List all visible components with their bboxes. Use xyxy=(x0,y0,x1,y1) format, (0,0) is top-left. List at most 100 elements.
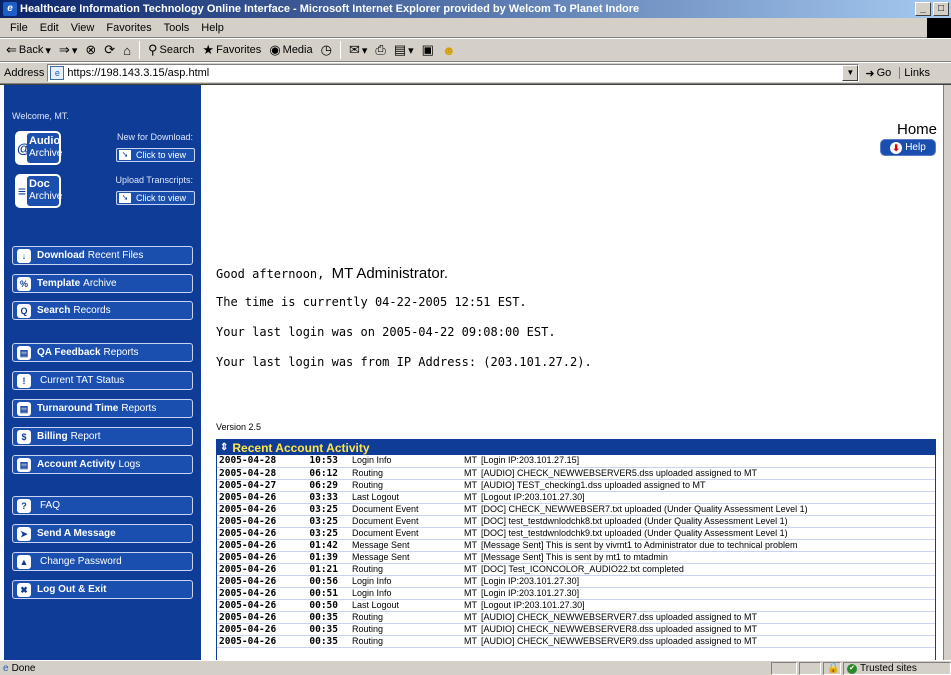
media-button[interactable]: ◉ Media xyxy=(267,42,314,58)
faq-icon: ? xyxy=(17,498,31,513)
activity-user: MT xyxy=(457,575,479,588)
activity-table: 2005-04-28 10:53 Login Info MT [Login IP:203… xyxy=(217,455,935,648)
activity-user: MT xyxy=(457,491,479,504)
forward-button[interactable]: ⇒ ▾ xyxy=(57,42,79,58)
window-controls: _ □ xyxy=(915,2,949,16)
doc-archive-button[interactable]: ≡ Doc Archive xyxy=(15,174,62,208)
sidebar-item-change-password[interactable]: ▲ Change Password xyxy=(12,552,193,571)
chevron-down-icon[interactable]: ▾ xyxy=(408,44,414,57)
activity-user: MT xyxy=(457,599,479,612)
menu-edit[interactable]: Edit xyxy=(34,22,65,34)
browser-window: e Healthcare Information Technology Onli… xyxy=(0,0,951,675)
audio-archive-button[interactable]: @ Audio Archive xyxy=(15,131,62,165)
sidebar-item-template-archive[interactable]: % Template Archive xyxy=(12,274,193,293)
help-icon: ⬇ xyxy=(890,141,903,154)
sidebar-item-faq[interactable]: ? FAQ xyxy=(12,496,193,515)
sidebar-item-turnaround-time-reports[interactable]: ▤ Turnaround Time Reports xyxy=(12,399,193,418)
links-button[interactable]: Links xyxy=(899,67,930,79)
page-title: Home xyxy=(896,121,937,138)
vertical-scrollbar[interactable] xyxy=(943,85,951,661)
edit-button[interactable]: ▤ ▾ xyxy=(392,42,416,58)
help-label: Help xyxy=(905,142,926,153)
activity-event: Routing xyxy=(350,623,457,636)
sort-icon[interactable]: ⇕ xyxy=(220,442,228,453)
menu-favorites[interactable]: Favorites xyxy=(100,22,157,34)
sidebar-item-search-records[interactable]: Q Search Records xyxy=(12,301,193,320)
activity-time: 03:25 xyxy=(305,503,350,516)
chevron-down-icon[interactable]: ▾ xyxy=(45,44,51,57)
activity-time: 00:51 xyxy=(305,587,350,600)
stop-icon: ⊗ xyxy=(85,42,97,57)
activity-event: Routing xyxy=(350,467,457,480)
favorites-label: Favorites xyxy=(216,44,262,56)
audio-archive-title: Audio xyxy=(29,135,61,147)
menu-file[interactable]: File xyxy=(4,22,34,34)
activity-date: 2005-04-26 xyxy=(217,491,305,504)
sidebar-item-send-a-message[interactable]: ➤ Send A Message xyxy=(12,524,193,543)
back-button[interactable]: ⇐ Back ▾ xyxy=(4,42,53,58)
activity-date: 2005-04-26 xyxy=(217,563,305,576)
activity-user: MT xyxy=(457,587,479,600)
table-row: 2005-04-26 00:35 Routing MT [AUDIO] CHECK_NE… xyxy=(217,623,935,636)
activity-time: 00:35 xyxy=(305,623,350,636)
back-label: Back xyxy=(18,44,44,56)
activity-title: Recent Account Activity xyxy=(232,440,370,455)
chevron-down-icon[interactable]: ▾ xyxy=(72,44,78,57)
version-label: Version 2.5 xyxy=(216,422,262,432)
activity-user: MT xyxy=(457,563,479,576)
status-panel-empty xyxy=(771,662,797,675)
sidebar-item-log-out-exit[interactable]: ✖ Log Out & Exit xyxy=(12,580,193,599)
activity-detail: [Login IP:203.101.27.30] xyxy=(479,575,935,588)
favorites-button[interactable]: ★ Favorites xyxy=(200,42,263,58)
refresh-button[interactable]: ⟳ xyxy=(102,42,117,58)
menu-view[interactable]: View xyxy=(65,22,101,34)
stop-button[interactable]: ⊗ xyxy=(83,42,98,58)
home-button[interactable]: ⌂ xyxy=(121,43,133,58)
activity-date: 2005-04-26 xyxy=(217,503,305,516)
table-row: 2005-04-28 06:12 Routing MT [AUDIO] CHECK_NE… xyxy=(217,467,935,480)
discuss-button[interactable]: ▣ xyxy=(420,42,436,58)
activity-date: 2005-04-28 xyxy=(217,455,305,468)
nav-text: Recent Files xyxy=(87,250,144,261)
messenger-button[interactable]: ☻ xyxy=(440,43,458,58)
doc-click-label: Click to view xyxy=(136,193,187,203)
activity-date: 2005-04-26 xyxy=(217,611,305,624)
activity-date: 2005-04-27 xyxy=(217,479,305,492)
maximize-button[interactable]: □ xyxy=(933,2,949,16)
sidebar-item-billing-report[interactable]: $ Billing Report xyxy=(12,427,193,446)
lock-icon: 🔒 xyxy=(823,662,841,675)
last-login-time: Your last login was on 2005-04-22 09:08:… xyxy=(216,325,556,339)
go-button[interactable]: ➜ Go xyxy=(865,67,891,80)
help-button[interactable]: ⬇ Help xyxy=(880,139,936,156)
sidebar-item-qa-feedback-reports[interactable]: ▤ QA Feedback Reports xyxy=(12,343,193,362)
table-row: 2005-04-26 03:25 Document Event MT [DOC] tes… xyxy=(217,527,935,540)
address-input[interactable]: e https://198.143.3.15/asp.html ▼ xyxy=(47,64,860,82)
chevron-down-icon[interactable]: ▾ xyxy=(362,44,368,57)
sidebar-item-current-tat-status[interactable]: ! Current TAT Status xyxy=(12,371,193,390)
doc-click-to-view-button[interactable]: ➘ Click to view xyxy=(116,191,195,205)
search-button[interactable]: ⚲ Search xyxy=(146,42,196,58)
nav-bold-text: Send A Message xyxy=(37,528,116,539)
sidebar-item-download-recent-files[interactable]: ↓ Download Recent Files xyxy=(12,246,193,265)
check-icon: ✔ xyxy=(847,663,857,674)
greeting-prefix: Good afternoon, xyxy=(216,267,325,281)
audio-click-to-view-button[interactable]: ➘ Click to view xyxy=(116,148,195,162)
menu-tools[interactable]: Tools xyxy=(158,22,196,34)
toolbar-divider xyxy=(139,41,141,59)
activity-time: 00:56 xyxy=(305,575,350,588)
menu-help[interactable]: Help xyxy=(195,22,230,34)
table-row: 2005-04-26 03:25 Document Event MT [DOC] tes… xyxy=(217,515,935,528)
mail-button[interactable]: ✉ ▾ xyxy=(347,42,369,58)
activity-date: 2005-04-26 xyxy=(217,599,305,612)
windows-logo-icon xyxy=(927,18,951,38)
greeting-name: MT Administrator. xyxy=(331,265,449,282)
activity-header: ⇕ Recent Account Activity xyxy=(217,440,935,455)
address-bar: Address e https://198.143.3.15/asp.html … xyxy=(0,62,951,84)
history-button[interactable]: ◷ xyxy=(319,42,334,58)
address-dropdown-button[interactable]: ▼ xyxy=(842,65,859,81)
print-button[interactable]: ⎙ xyxy=(373,42,387,58)
sidebar-item-account-activity-logs[interactable]: ▤ Account Activity Logs xyxy=(12,455,193,474)
table-row: 2005-04-27 06:29 Routing MT [AUDIO] TEST_che… xyxy=(217,479,935,492)
activity-time: 01:21 xyxy=(305,563,350,576)
minimize-button[interactable]: _ xyxy=(915,2,931,16)
